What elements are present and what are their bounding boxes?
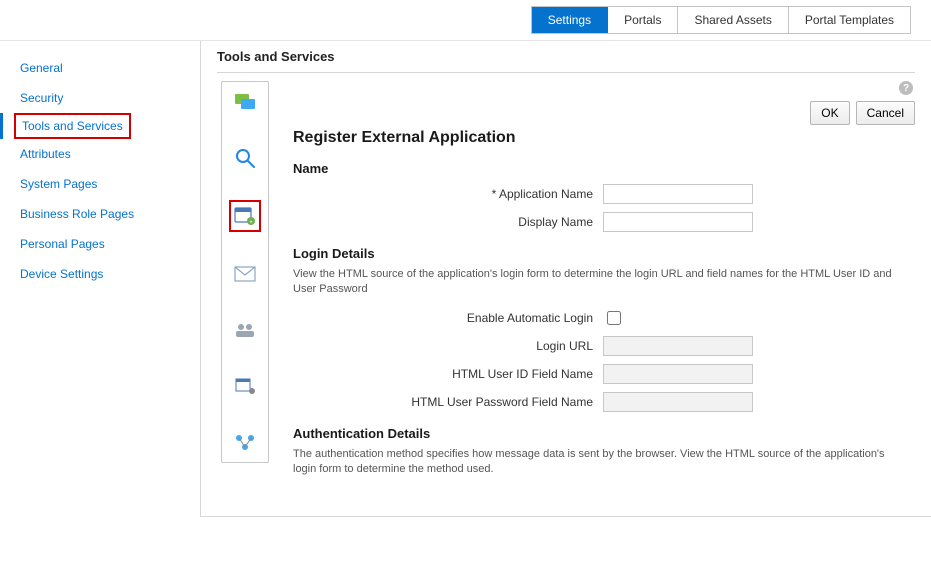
workflow-icon[interactable] — [231, 428, 259, 456]
discussions-icon[interactable] — [231, 88, 259, 116]
sidebar-item-business-role-pages[interactable]: Business Role Pages — [0, 199, 200, 229]
section-name: Name — [293, 161, 905, 176]
input-login-url — [603, 336, 753, 356]
sidebar-item-general[interactable]: General — [0, 53, 200, 83]
sidebar-item-attributes[interactable]: Attributes — [0, 139, 200, 169]
mail-icon[interactable] — [231, 260, 259, 288]
form-area: ? OK Cancel Register External Applicatio… — [269, 81, 915, 492]
people-icon[interactable] — [231, 316, 259, 344]
topbar-tabs: Settings Portals Shared Assets Portal Te… — [531, 6, 911, 34]
help-icon[interactable]: ? — [899, 81, 913, 95]
label-login-url: Login URL — [293, 339, 603, 353]
sidebar-item-personal-pages[interactable]: Personal Pages — [0, 229, 200, 259]
tool-icon-column: + — [221, 81, 269, 463]
portlet-icon[interactable] — [231, 372, 259, 400]
form-heading: Register External Application — [293, 129, 905, 147]
tab-settings[interactable]: Settings — [532, 7, 608, 33]
cancel-button[interactable]: Cancel — [856, 101, 915, 125]
tab-portals[interactable]: Portals — [608, 7, 678, 33]
sidebar-item-system-pages[interactable]: System Pages — [0, 169, 200, 199]
label-application-name: * Application Name — [293, 187, 603, 201]
search-icon[interactable] — [231, 144, 259, 172]
login-help-text: View the HTML source of the application'… — [293, 267, 905, 298]
input-application-name[interactable] — [603, 184, 753, 204]
sidebar-item-tools-and-services[interactable]: Tools and Services — [14, 113, 131, 139]
label-userid-field: HTML User ID Field Name — [293, 367, 603, 381]
svg-text:+: + — [249, 220, 253, 226]
content-panel: Tools and Services + — [200, 41, 931, 517]
sidebar-item-security[interactable]: Security — [0, 83, 200, 113]
tab-portal-templates[interactable]: Portal Templates — [789, 7, 910, 33]
sidebar-item-device-settings[interactable]: Device Settings — [0, 259, 200, 289]
input-userid-field — [603, 364, 753, 384]
checkbox-enable-auto-login[interactable] — [607, 311, 621, 325]
label-display-name: Display Name — [293, 215, 603, 229]
sidebar: General Security Tools and Services Attr… — [0, 41, 200, 517]
label-enable-auto-login: Enable Automatic Login — [293, 311, 603, 325]
tab-shared-assets[interactable]: Shared Assets — [678, 7, 788, 33]
panel-title: Tools and Services — [217, 49, 915, 64]
topbar: Settings Portals Shared Assets Portal Te… — [0, 0, 931, 41]
external-application-icon[interactable]: + — [229, 200, 261, 232]
ok-button[interactable]: OK — [810, 101, 849, 125]
auth-help-text: The authentication method specifies how … — [293, 447, 905, 478]
section-login-details: Login Details — [293, 246, 905, 261]
input-password-field — [603, 392, 753, 412]
label-password-field: HTML User Password Field Name — [293, 395, 603, 409]
section-auth-details: Authentication Details — [293, 426, 905, 441]
input-display-name[interactable] — [603, 212, 753, 232]
